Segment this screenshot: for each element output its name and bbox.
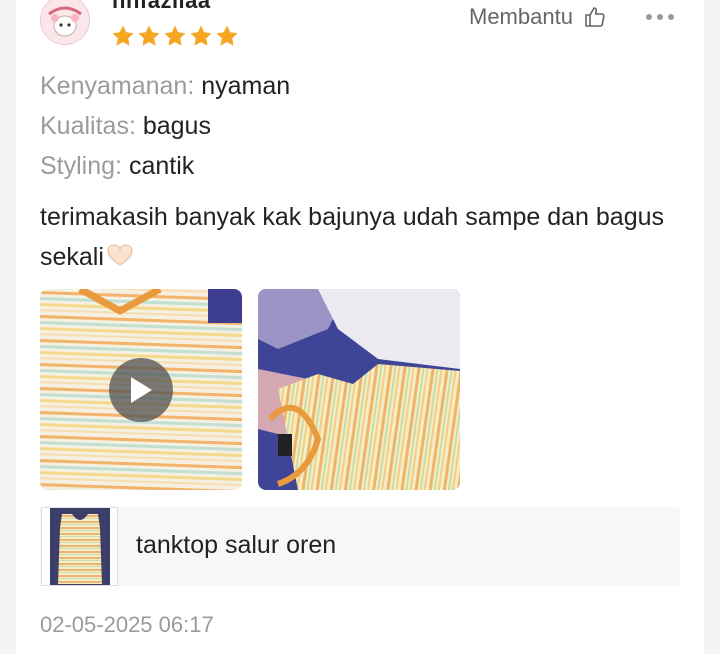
review-video[interactable]	[40, 289, 242, 490]
star-icon	[216, 25, 238, 46]
star-icon	[190, 25, 212, 46]
review-photo[interactable]	[258, 289, 460, 490]
star-icon	[164, 25, 186, 46]
rating-stars	[111, 24, 239, 48]
username: nnfaziiaa	[112, 0, 211, 13]
more-dots-icon[interactable]	[646, 14, 674, 20]
star-icon	[112, 25, 134, 46]
product-thumbnail	[41, 507, 118, 586]
helpful-label: Membantu	[469, 4, 573, 29]
review-date: 02-05-2025 06:17	[40, 612, 214, 637]
user-avatar[interactable]	[40, 0, 90, 45]
product-name: tanktop salur oren	[136, 531, 337, 559]
play-icon[interactable]	[109, 358, 173, 422]
review-card: nnfaziiaa Membantu Kenyamanan: nyaman Ku…	[16, 0, 704, 654]
star-icon	[138, 25, 160, 46]
attribute-comfort: Kenyamanan: nyaman	[40, 72, 291, 100]
thumbs-up-icon	[585, 7, 605, 27]
review-comment: terimakasih banyak kak bajunya udah samp…	[40, 197, 680, 277]
attribute-quality: Kualitas: bagus	[40, 112, 211, 140]
product-link[interactable]: tanktop salur oren	[40, 507, 680, 586]
attribute-styling: Styling: cantik	[40, 152, 195, 180]
heart-hands-emoji	[107, 244, 133, 266]
helpful-button[interactable]: Membantu	[469, 4, 607, 30]
